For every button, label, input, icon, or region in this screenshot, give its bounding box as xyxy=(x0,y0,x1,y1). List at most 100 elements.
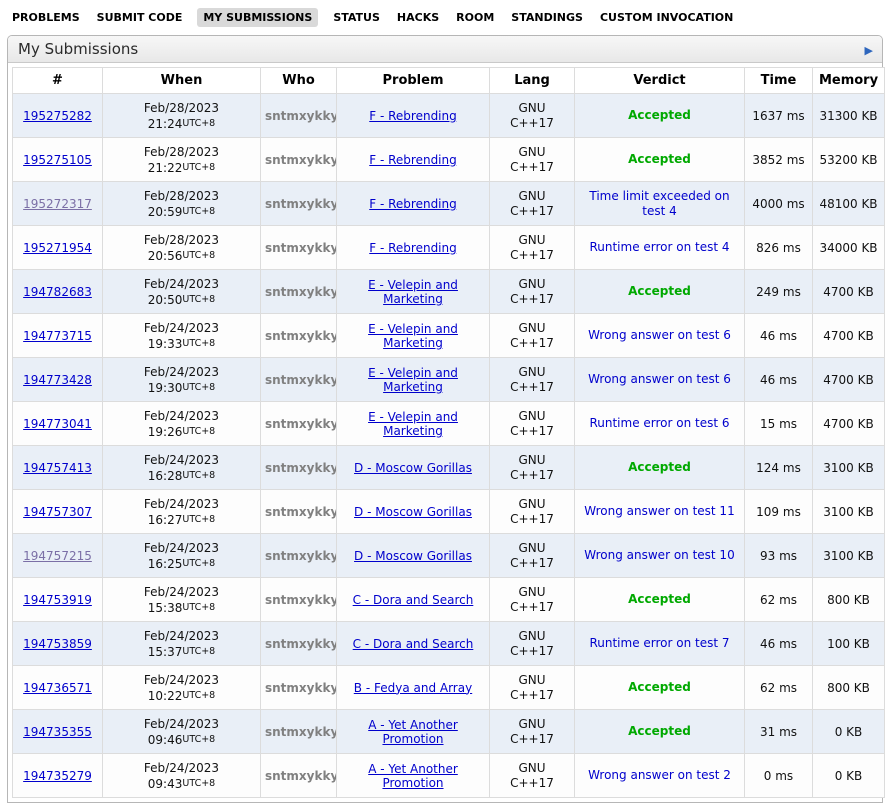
problem-cell: C - Dora and Search xyxy=(337,622,490,666)
timezone-label: UTC+8 xyxy=(182,778,215,789)
id-cell: 194736571 xyxy=(13,666,103,710)
nav-item-standings[interactable]: STANDINGS xyxy=(509,8,585,27)
timezone-label: UTC+8 xyxy=(182,734,215,745)
user-link[interactable]: sntmxykky xyxy=(265,725,337,739)
submission-row: 194735279Feb/24/202309:43UTC+8sntmxykkyA… xyxy=(13,754,885,798)
problem-link[interactable]: D - Moscow Gorillas xyxy=(354,461,472,475)
problem-link[interactable]: E - Velepin and Marketing xyxy=(368,410,458,438)
submission-id-link[interactable]: 194736571 xyxy=(23,681,92,695)
submission-id-link[interactable]: 195271954 xyxy=(23,241,92,255)
when-time: 21:24UTC+8 xyxy=(107,116,256,132)
user-link[interactable]: sntmxykky xyxy=(265,197,337,211)
user-link[interactable]: sntmxykky xyxy=(265,637,337,651)
when-cell: Feb/24/202319:26UTC+8 xyxy=(103,402,261,446)
verdict-label[interactable]: Accepted xyxy=(628,460,691,475)
user-link[interactable]: sntmxykky xyxy=(265,329,337,343)
id-cell: 194773041 xyxy=(13,402,103,446)
column-header-when: When xyxy=(103,68,261,94)
when-cell: Feb/28/202321:24UTC+8 xyxy=(103,94,261,138)
problem-link[interactable]: C - Dora and Search xyxy=(353,637,474,651)
problem-link[interactable]: F - Rebrending xyxy=(369,109,457,123)
nav-item-hacks[interactable]: HACKS xyxy=(395,8,441,27)
who-cell: sntmxykky xyxy=(261,666,337,710)
problem-link[interactable]: D - Moscow Gorillas xyxy=(354,549,472,563)
submission-id-link[interactable]: 194753919 xyxy=(23,593,92,607)
submission-row: 195275105Feb/28/202321:22UTC+8sntmxykkyF… xyxy=(13,138,885,182)
problem-link[interactable]: D - Moscow Gorillas xyxy=(354,505,472,519)
user-link[interactable]: sntmxykky xyxy=(265,549,337,563)
nav-item-status[interactable]: STATUS xyxy=(331,8,382,27)
verdict-label[interactable]: Time limit exceeded on test 4 xyxy=(579,189,740,219)
user-link[interactable]: sntmxykky xyxy=(265,241,337,255)
user-link[interactable]: sntmxykky xyxy=(265,593,337,607)
submission-row: 194757413Feb/24/202316:28UTC+8sntmxykkyD… xyxy=(13,446,885,490)
submission-id-link[interactable]: 194773041 xyxy=(23,417,92,431)
verdict-label[interactable]: Wrong answer on test 6 xyxy=(588,328,731,343)
who-cell: sntmxykky xyxy=(261,578,337,622)
when-time: 10:22UTC+8 xyxy=(107,688,256,704)
nav-item-custom-invocation[interactable]: CUSTOM INVOCATION xyxy=(598,8,735,27)
problem-link[interactable]: F - Rebrending xyxy=(369,153,457,167)
submission-id-link[interactable]: 195275282 xyxy=(23,109,92,123)
expand-arrow-icon[interactable]: ▶ xyxy=(865,37,873,64)
user-link[interactable]: sntmxykky xyxy=(265,461,337,475)
problem-link[interactable]: F - Rebrending xyxy=(369,197,457,211)
time-cell: 46 ms xyxy=(745,622,813,666)
lang-cell: GNU C++17 xyxy=(490,534,575,578)
submission-id-link[interactable]: 194757413 xyxy=(23,461,92,475)
verdict-label[interactable]: Accepted xyxy=(628,680,691,695)
submission-id-link[interactable]: 194735355 xyxy=(23,725,92,739)
verdict-label[interactable]: Runtime error on test 7 xyxy=(589,636,729,651)
user-link[interactable]: sntmxykky xyxy=(265,769,337,783)
submission-id-link[interactable]: 194757307 xyxy=(23,505,92,519)
verdict-label[interactable]: Accepted xyxy=(628,152,691,167)
problem-link[interactable]: C - Dora and Search xyxy=(353,593,474,607)
lang-cell: GNU C++17 xyxy=(490,710,575,754)
problem-link[interactable]: E - Velepin and Marketing xyxy=(368,366,458,394)
user-link[interactable]: sntmxykky xyxy=(265,681,337,695)
when-time: 15:38UTC+8 xyxy=(107,600,256,616)
problem-link[interactable]: F - Rebrending xyxy=(369,241,457,255)
verdict-label[interactable]: Wrong answer on test 6 xyxy=(588,372,731,387)
verdict-label[interactable]: Accepted xyxy=(628,724,691,739)
problem-link[interactable]: A - Yet Another Promotion xyxy=(368,762,458,790)
user-link[interactable]: sntmxykky xyxy=(265,417,337,431)
user-link[interactable]: sntmxykky xyxy=(265,505,337,519)
nav-item-my-submissions[interactable]: MY SUBMISSIONS xyxy=(197,8,318,27)
user-link[interactable]: sntmxykky xyxy=(265,285,337,299)
problem-link[interactable]: E - Velepin and Marketing xyxy=(368,278,458,306)
problem-link[interactable]: E - Velepin and Marketing xyxy=(368,322,458,350)
verdict-label[interactable]: Wrong answer on test 2 xyxy=(588,768,731,783)
id-cell: 194757307 xyxy=(13,490,103,534)
lang-label: GNU C++17 xyxy=(508,629,556,659)
submission-id-link[interactable]: 194782683 xyxy=(23,285,92,299)
verdict-cell: Wrong answer on test 2 xyxy=(575,754,745,798)
user-link[interactable]: sntmxykky xyxy=(265,109,337,123)
time-cell: 3852 ms xyxy=(745,138,813,182)
verdict-label[interactable]: Wrong answer on test 10 xyxy=(584,548,734,563)
verdict-label[interactable]: Accepted xyxy=(628,592,691,607)
submission-id-link[interactable]: 194753859 xyxy=(23,637,92,651)
submission-id-link[interactable]: 195275105 xyxy=(23,153,92,167)
nav-item-problems[interactable]: PROBLEMS xyxy=(10,8,82,27)
verdict-label[interactable]: Accepted xyxy=(628,284,691,299)
user-link[interactable]: sntmxykky xyxy=(265,373,337,387)
nav-item-room[interactable]: ROOM xyxy=(454,8,496,27)
user-link[interactable]: sntmxykky xyxy=(265,153,337,167)
verdict-label[interactable]: Runtime error on test 4 xyxy=(589,240,729,255)
verdict-label[interactable]: Runtime error on test 6 xyxy=(589,416,729,431)
when-time: 20:59UTC+8 xyxy=(107,204,256,220)
submission-id-link[interactable]: 194735279 xyxy=(23,769,92,783)
submission-id-link[interactable]: 194773428 xyxy=(23,373,92,387)
who-cell: sntmxykky xyxy=(261,534,337,578)
submission-id-link[interactable]: 194773715 xyxy=(23,329,92,343)
verdict-label[interactable]: Accepted xyxy=(628,108,691,123)
verdict-cell: Accepted xyxy=(575,94,745,138)
verdict-label[interactable]: Wrong answer on test 11 xyxy=(584,504,734,519)
problem-link[interactable]: A - Yet Another Promotion xyxy=(368,718,458,746)
submission-id-link[interactable]: 195272317 xyxy=(23,197,92,211)
problem-link[interactable]: B - Fedya and Array xyxy=(354,681,472,695)
submission-id-link[interactable]: 194757215 xyxy=(23,549,92,563)
nav-item-submit-code[interactable]: SUBMIT CODE xyxy=(95,8,185,27)
id-cell: 194735355 xyxy=(13,710,103,754)
